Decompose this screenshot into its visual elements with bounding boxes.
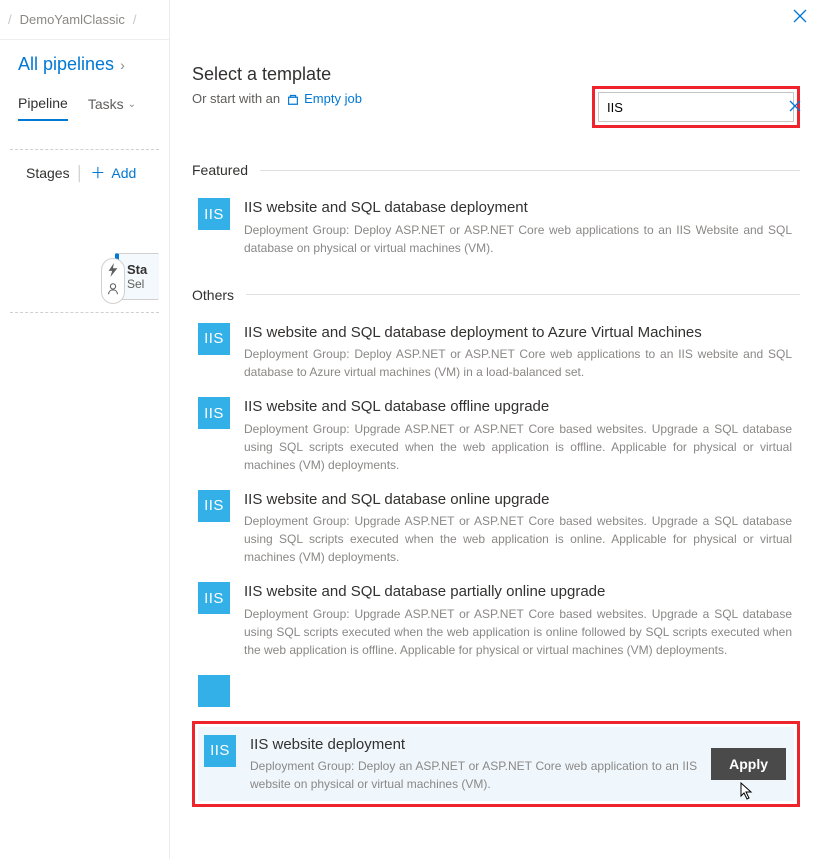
add-stage-button[interactable]: Add [111,165,136,181]
divider-line [246,294,800,295]
search-highlight [592,86,800,128]
lightning-icon [106,263,120,280]
breadcrumb-project[interactable]: DemoYamlClassic [20,12,125,27]
section-featured-label: Featured [192,162,248,178]
breadcrumb: / DemoYamlClassic / [0,0,169,40]
stage-conditions-badge[interactable] [101,258,125,304]
template-item[interactable]: IIS IIS website and SQL database deploym… [192,315,800,390]
selected-highlight: IIS IIS website deployment Deployment Gr… [192,721,800,808]
divider-line [260,170,800,171]
iis-icon: IIS [204,735,236,767]
iis-icon: IIS [198,198,230,230]
section-others-label: Others [192,287,234,303]
panel-title: Select a template [192,64,800,85]
all-pipelines-link[interactable]: All pipelines › [0,40,169,89]
search-input[interactable] [607,100,783,115]
tab-pipeline[interactable]: Pipeline [18,89,68,121]
all-pipelines-label: All pipelines [18,54,114,75]
stages-label: Stages [26,165,70,181]
separator-bar: │ [76,165,85,181]
cursor-icon [736,782,754,807]
empty-job-link[interactable]: Empty job [286,91,362,106]
template-name: IIS website deployment [250,735,697,755]
iis-icon: IIS [198,582,230,614]
template-desc: Deployment Group: Deploy ASP.NET or ASP.… [244,345,792,381]
panel-subtitle-prefix: Or start with an [192,91,280,106]
breadcrumb-root-slash: / [8,12,12,27]
tab-pipeline-label: Pipeline [18,95,68,111]
template-name: IIS website and SQL database partially o… [244,582,792,602]
iis-icon: IIS [198,397,230,429]
template-desc: Deployment Group: Deploy an ASP.NET or A… [250,757,697,793]
search-box[interactable] [598,92,794,122]
template-desc: Deployment Group: Upgrade ASP.NET or ASP… [244,605,792,659]
pipeline-canvas: Stages │ ＋ Add Sta Sel [10,149,159,313]
chevron-down-icon: ⌄ [128,99,136,110]
apply-button[interactable]: Apply [711,748,786,780]
iis-icon: IIS [198,323,230,355]
clear-search-icon[interactable] [789,99,801,115]
tab-tasks-label: Tasks [88,96,124,112]
tab-tasks[interactable]: Tasks ⌄ [88,89,136,121]
stages-heading: Stages │ ＋ Add [10,162,159,193]
empty-job-icon [286,92,300,106]
template-desc: Deployment Group: Deploy ASP.NET or ASP.… [244,221,792,257]
section-featured: Featured [192,162,800,178]
stage-title: Sta [127,262,147,277]
iis-icon: IIS [198,490,230,522]
chevron-right-icon: › [120,57,125,73]
template-item[interactable]: IIS IIS website and SQL database deploym… [192,190,800,265]
template-name: IIS website and SQL database deployment … [244,323,792,343]
iis-icon [198,675,230,707]
template-item-selected[interactable]: IIS IIS website deployment Deployment Gr… [198,727,794,802]
close-button[interactable] [792,8,808,29]
person-icon [106,282,120,299]
template-desc: Deployment Group: Upgrade ASP.NET or ASP… [244,512,792,566]
template-name: IIS website and SQL database online upgr… [244,490,792,510]
template-item[interactable] [192,667,800,715]
template-item[interactable]: IIS IIS website and SQL database offline… [192,389,800,482]
section-others: Others [192,287,800,303]
template-desc: Deployment Group: Upgrade ASP.NET or ASP… [244,420,792,474]
template-item[interactable]: IIS IIS website and SQL database partial… [192,574,800,667]
plus-icon: ＋ [90,162,105,183]
empty-job-label: Empty job [304,91,362,106]
template-item[interactable]: IIS IIS website and SQL database online … [192,482,800,575]
template-name: IIS website and SQL database deployment [244,198,792,218]
stage-card[interactable]: Sta Sel [115,253,159,300]
template-name: IIS website and SQL database offline upg… [244,397,792,417]
stage-subtitle: Sel [127,277,147,291]
breadcrumb-sep: / [133,12,137,27]
template-panel: Select a template Or start with an Empty… [170,0,822,859]
